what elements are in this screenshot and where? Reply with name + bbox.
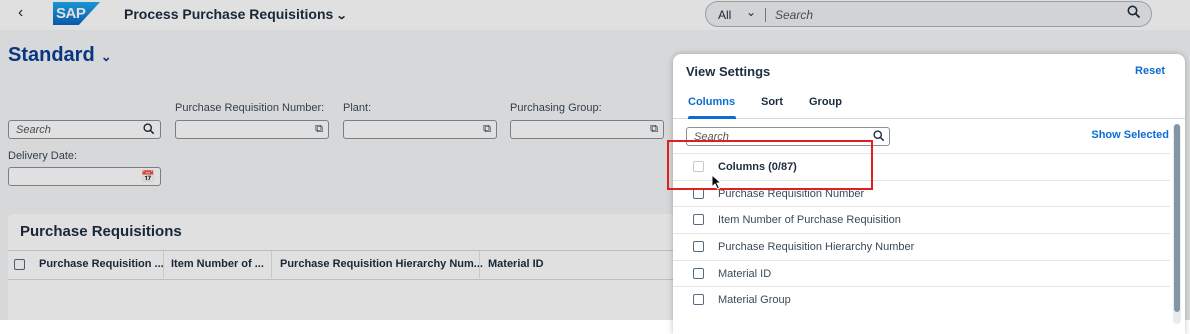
dialog-title: View Settings — [686, 64, 771, 79]
list-item[interactable]: Item Number of Purchase Requisition — [673, 206, 1170, 233]
list-item[interactable]: Material ID — [673, 260, 1170, 287]
list-item[interactable]: Purchase Requisition Hierarchy Number — [673, 233, 1170, 260]
dialog-tabs: Columns Sort Group — [673, 92, 1185, 119]
list-item-label: Material ID — [718, 268, 772, 280]
tab-columns[interactable]: Columns — [688, 96, 735, 108]
show-selected-button[interactable]: Show Selected — [1091, 129, 1169, 141]
reset-button[interactable]: Reset — [1135, 65, 1165, 77]
mouse-cursor-icon — [711, 174, 722, 190]
scrollbar[interactable] — [1173, 124, 1181, 324]
column-checkbox[interactable] — [693, 268, 704, 279]
view-settings-dialog: View Settings Reset Columns Sort Group S… — [673, 54, 1185, 334]
highlight-box — [667, 140, 873, 190]
list-item-label: Material Group — [718, 294, 791, 306]
column-checkbox[interactable] — [693, 294, 704, 305]
tab-sort[interactable]: Sort — [761, 96, 783, 108]
active-tab-indicator — [688, 116, 736, 119]
search-icon[interactable] — [873, 130, 885, 145]
scrollbar-thumb[interactable] — [1174, 124, 1180, 312]
column-checkbox[interactable] — [693, 214, 704, 225]
list-item-label: Purchase Requisition Hierarchy Number — [718, 241, 915, 253]
tab-group[interactable]: Group — [809, 96, 842, 108]
list-item[interactable]: Material Group — [673, 286, 1170, 313]
list-item-label: Item Number of Purchase Requisition — [718, 214, 901, 226]
column-checkbox[interactable] — [693, 241, 704, 252]
